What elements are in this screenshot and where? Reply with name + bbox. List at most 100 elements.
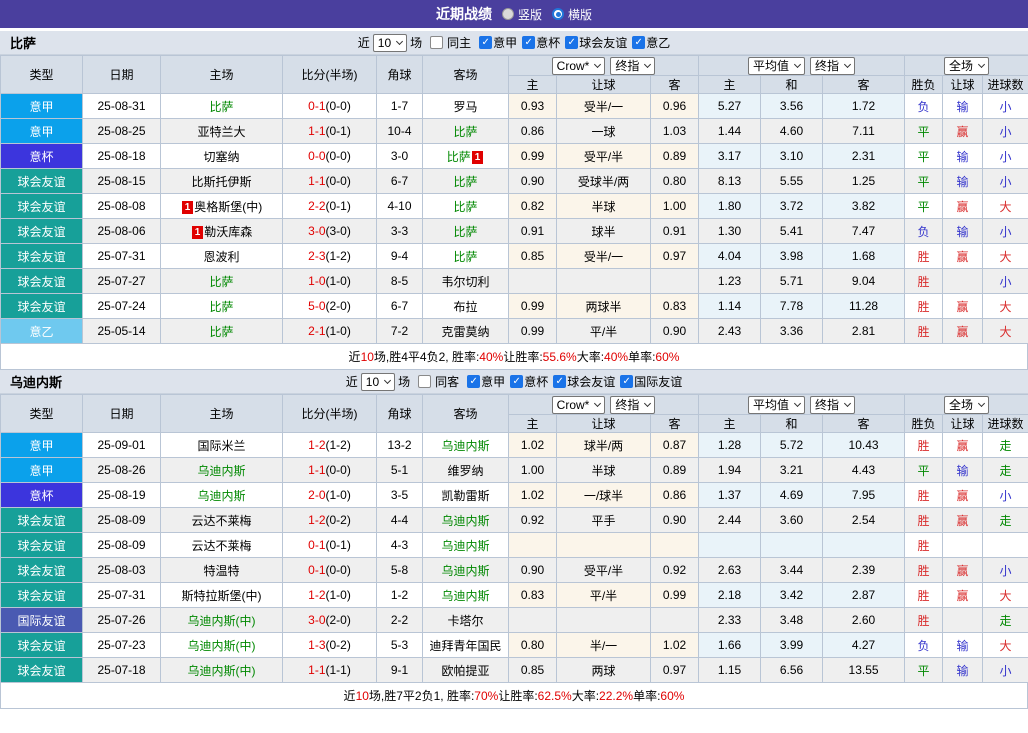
avg-draw-cell: 3.48 <box>760 607 824 633</box>
odds-time-select[interactable]: 终指 <box>610 56 656 75</box>
avg-away-cell: 7.95 <box>822 482 906 508</box>
average-select[interactable]: 平均值 <box>748 395 806 414</box>
average-select[interactable]: 平均值 <box>748 56 806 75</box>
score-halftime: (1-0) <box>325 588 351 602</box>
avg-draw-cell: 5.72 <box>760 432 824 458</box>
team-label: 乌迪内斯(中) <box>187 663 256 678</box>
avg-away-cell: 2.81 <box>822 318 906 344</box>
scope-select[interactable]: 全场 <box>944 56 990 75</box>
same-away-checkbox[interactable] <box>418 375 432 388</box>
chevron-down-icon <box>396 37 404 46</box>
col-header-away: 客场 <box>422 394 509 433</box>
team-label: 迪拜青年国民 <box>429 638 502 653</box>
avg-draw-cell: 3.42 <box>760 582 824 608</box>
date-cell: 25-08-19 <box>82 482 161 508</box>
summary-text: 场,胜7平2负1, 胜率: <box>368 689 475 703</box>
horizontal-layout-label: 横版 <box>568 7 593 22</box>
score-halftime: (0-0) <box>325 149 351 163</box>
result-wdl-cell: 平 <box>904 457 944 483</box>
odds-company-select[interactable]: Crow* <box>551 56 606 75</box>
league-checkbox[interactable]: ✓ <box>553 375 567 388</box>
score-fulltime: 1-1 <box>308 124 326 138</box>
summary-text: 22.2% <box>599 688 634 703</box>
same-home-checkbox[interactable] <box>430 36 444 49</box>
team-label: 比萨 <box>209 99 234 114</box>
avg-home-cell: 2.44 <box>698 507 762 533</box>
league-label: 意杯 <box>536 36 561 50</box>
score-cell: 1-1(0-0) <box>282 168 377 194</box>
scope-select[interactable]: 全场 <box>944 395 990 414</box>
summary-text: 55.6% <box>542 349 577 364</box>
odds-away-cell: 0.97 <box>649 243 700 269</box>
filter-bar-udinese: 乌迪内斯 近 10 场 同客 ✓ 意甲 ✓ 意杯 ✓ 球会友谊 ✓ 国际友谊 <box>0 370 1028 394</box>
away-team-cell: 欧帕提亚 <box>422 657 509 683</box>
league-checkbox[interactable]: ✓ <box>479 36 493 49</box>
score-fulltime: 1-2 <box>308 513 326 527</box>
col-header-handicap: 让球 <box>556 414 651 433</box>
team-label: 欧帕提亚 <box>441 663 490 678</box>
handicap-cell: 受半/一 <box>556 93 651 119</box>
col-header-avg-home: 主 <box>698 414 762 433</box>
result-handicap-cell <box>942 532 984 558</box>
league-checkbox[interactable]: ✓ <box>632 36 646 49</box>
corner-cell: 9-1 <box>376 657 423 683</box>
table-row: 球会友谊 25-07-31 斯特拉斯堡(中) 1-2(1-0) 1-2 乌迪内斯 0.83 平… <box>0 582 1028 608</box>
col-header-type: 类型 <box>0 55 83 94</box>
date-cell: 25-07-23 <box>82 632 161 658</box>
score-cell: 2-0(1-0) <box>282 482 377 508</box>
avg-home-cell: 1.23 <box>698 268 762 294</box>
away-team-cell: 乌迪内斯 <box>422 582 509 608</box>
summary-text: 让胜率: <box>498 689 538 703</box>
result-goals-cell: 小 <box>982 268 1028 294</box>
result-goals-cell: 小 <box>982 657 1028 683</box>
odds-home-cell: 0.85 <box>508 657 557 683</box>
result-handicap-cell: 输 <box>942 632 984 658</box>
date-cell: 25-08-25 <box>82 118 161 144</box>
odds-home-cell <box>508 607 557 633</box>
table-row: 意甲 25-08-25 亚特兰大 1-1(0-1) 10-4 比萨 0.86 一球 1.03 1.… <box>0 118 1028 144</box>
handicap-cell <box>556 532 651 558</box>
avg-home-cell: 1.28 <box>698 432 762 458</box>
odds-home-cell: 1.02 <box>508 482 557 508</box>
match-count-select[interactable]: 10 <box>372 33 408 52</box>
result-handicap-cell: 赢 <box>942 582 984 608</box>
odds-time-select[interactable]: 终指 <box>610 395 656 414</box>
odds-home-cell <box>508 532 557 558</box>
league-checkbox[interactable]: ✓ <box>467 375 481 388</box>
match-count-select[interactable]: 10 <box>360 372 396 391</box>
horizontal-layout-radio[interactable] <box>552 8 564 20</box>
avg-draw-cell: 3.99 <box>760 632 824 658</box>
result-wdl-cell: 平 <box>904 193 944 219</box>
odds-company-select[interactable]: Crow* <box>551 395 606 414</box>
league-type-cell: 球会友谊 <box>0 293 83 319</box>
league-checkbox[interactable]: ✓ <box>565 36 579 49</box>
league-checkbox[interactable]: ✓ <box>522 36 536 49</box>
odds-away-cell: 0.96 <box>649 93 700 119</box>
league-checkbox[interactable]: ✓ <box>620 375 634 388</box>
corner-cell: 3-0 <box>376 143 423 169</box>
score-fulltime: 1-1 <box>308 174 326 188</box>
team-label: 比萨 <box>453 224 478 239</box>
team-label: 国际米兰 <box>197 438 246 453</box>
result-goals-cell: 大 <box>982 318 1028 344</box>
team-label: 切塞纳 <box>203 149 240 164</box>
avg-draw-cell: 3.21 <box>760 457 824 483</box>
handicap-cell: 两球 <box>556 657 651 683</box>
avg-away-cell: 13.55 <box>822 657 906 683</box>
result-wdl-cell: 胜 <box>904 557 944 583</box>
team-label: 比萨 <box>453 174 478 189</box>
avg-draw-cell: 3.44 <box>760 557 824 583</box>
odds-group-header: Crow* 终指 <box>507 394 700 415</box>
league-checkbox[interactable]: ✓ <box>510 375 524 388</box>
handicap-cell: 受平/半 <box>556 557 651 583</box>
average-time-select[interactable]: 终指 <box>810 395 856 414</box>
vertical-layout-radio[interactable] <box>501 8 514 20</box>
avg-home-cell: 1.14 <box>698 293 762 319</box>
avg-home-cell: 5.27 <box>698 93 762 119</box>
average-time-select[interactable]: 终指 <box>810 56 856 75</box>
avg-home-cell: 3.17 <box>698 143 762 169</box>
avg-home-cell: 1.44 <box>698 118 762 144</box>
corner-cell: 7-2 <box>376 318 423 344</box>
team-label: 乌迪内斯 <box>197 463 246 478</box>
league-label: 球会友谊 <box>579 36 628 50</box>
